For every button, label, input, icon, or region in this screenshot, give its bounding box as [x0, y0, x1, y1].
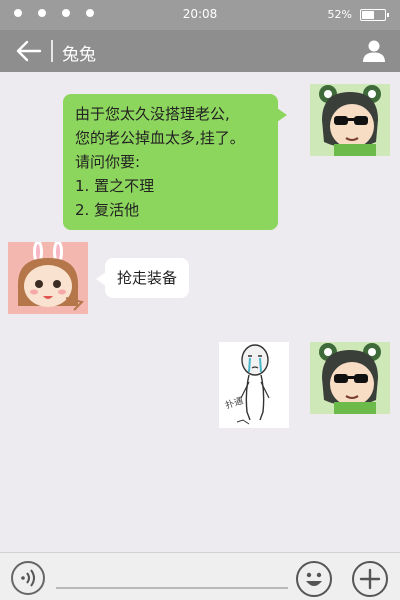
arrow-left-icon	[16, 40, 42, 62]
message-line: 1. 置之不理	[75, 177, 155, 195]
message-line: 您的老公掉血太多,挂了。	[75, 129, 245, 147]
crying-meme-sticker-icon	[236, 344, 270, 425]
message-line: 请问你要:	[75, 153, 141, 171]
battery-level	[362, 11, 375, 19]
person-icon	[363, 40, 385, 62]
self-avatar[interactable]	[310, 342, 390, 414]
plus-icon	[359, 568, 381, 590]
chat-header: 兔兔	[0, 30, 400, 72]
chat-area[interactable]: 由于您太久没搭理老公, 您的老公掉血太多,挂了。 请问你要: 1. 置之不理 2…	[0, 72, 400, 552]
boy-avatar-icon	[310, 84, 390, 156]
message-bubble-self[interactable]: 由于您太久没搭理老公, 您的老公掉血太多,挂了。 请问你要: 1. 置之不理 2…	[63, 94, 287, 230]
emoji-button[interactable]	[296, 561, 332, 597]
header-divider	[51, 40, 53, 62]
back-button[interactable]	[14, 38, 44, 64]
message-input[interactable]	[56, 585, 288, 589]
message-line: 由于您太久没搭理老公,	[75, 105, 230, 123]
message-line: 2. 复活他	[75, 201, 140, 219]
contact-name: 兔兔	[62, 45, 96, 65]
battery-icon	[360, 9, 389, 21]
contact-avatar[interactable]	[8, 242, 88, 314]
more-button[interactable]	[352, 561, 388, 597]
message-line: 抢走装备	[117, 269, 178, 287]
profile-button[interactable]	[362, 39, 386, 63]
message-bubble-other[interactable]: 抢走装备	[95, 258, 190, 298]
voice-icon	[21, 569, 35, 587]
bunny-girl-avatar-icon	[8, 242, 88, 314]
status-bar: 20:08 52%	[0, 0, 400, 30]
self-avatar[interactable]	[310, 84, 390, 156]
input-bar	[0, 552, 400, 600]
sticker-message[interactable]: 扑通	[219, 342, 289, 428]
voice-button[interactable]	[11, 561, 45, 595]
boy-avatar-icon	[310, 342, 390, 414]
battery-percent: 52%	[327, 8, 352, 21]
smiley-icon	[306, 572, 322, 586]
